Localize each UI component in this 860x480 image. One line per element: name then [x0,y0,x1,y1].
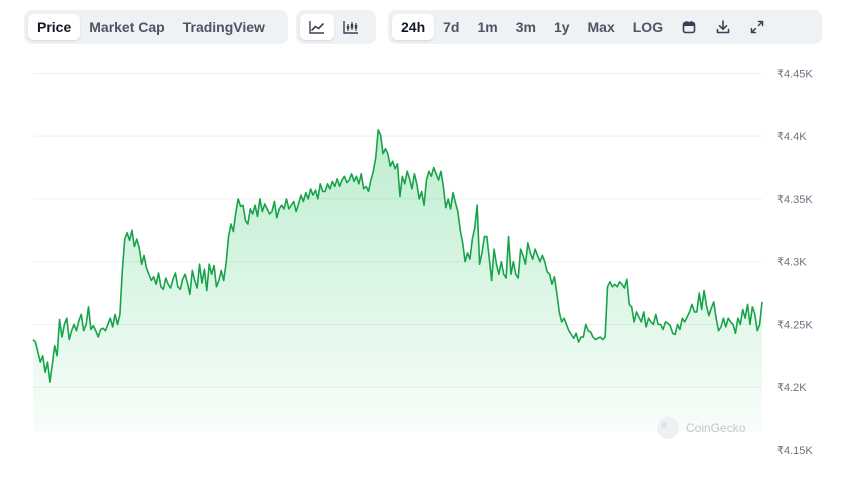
y-axis: ₹4.15K ₹4.2K ₹4.25K ₹4.3K ₹4.35K ₹4.4K ₹4.45K [777,68,813,457]
price-chart: ₹4.15K₹4.2K₹4.25K₹4.3K₹4.35K₹4.4K₹4.45K … [32,68,813,457]
y-tick-label: ₹4.15K [777,445,813,457]
y-tick-label: ₹4.3K [777,257,807,269]
y-tick-label: ₹4.4K [777,131,807,143]
y-tick-label: ₹4.45K [777,68,813,80]
price-area [33,129,762,432]
coingecko-watermark: CoinGecko [657,417,746,439]
y-tick-label: ₹4.35K [777,194,813,206]
y-tick-label: ₹4.25K [777,319,813,331]
y-tick-label: ₹4.2K [777,382,807,394]
watermark-label: CoinGecko [686,421,746,435]
